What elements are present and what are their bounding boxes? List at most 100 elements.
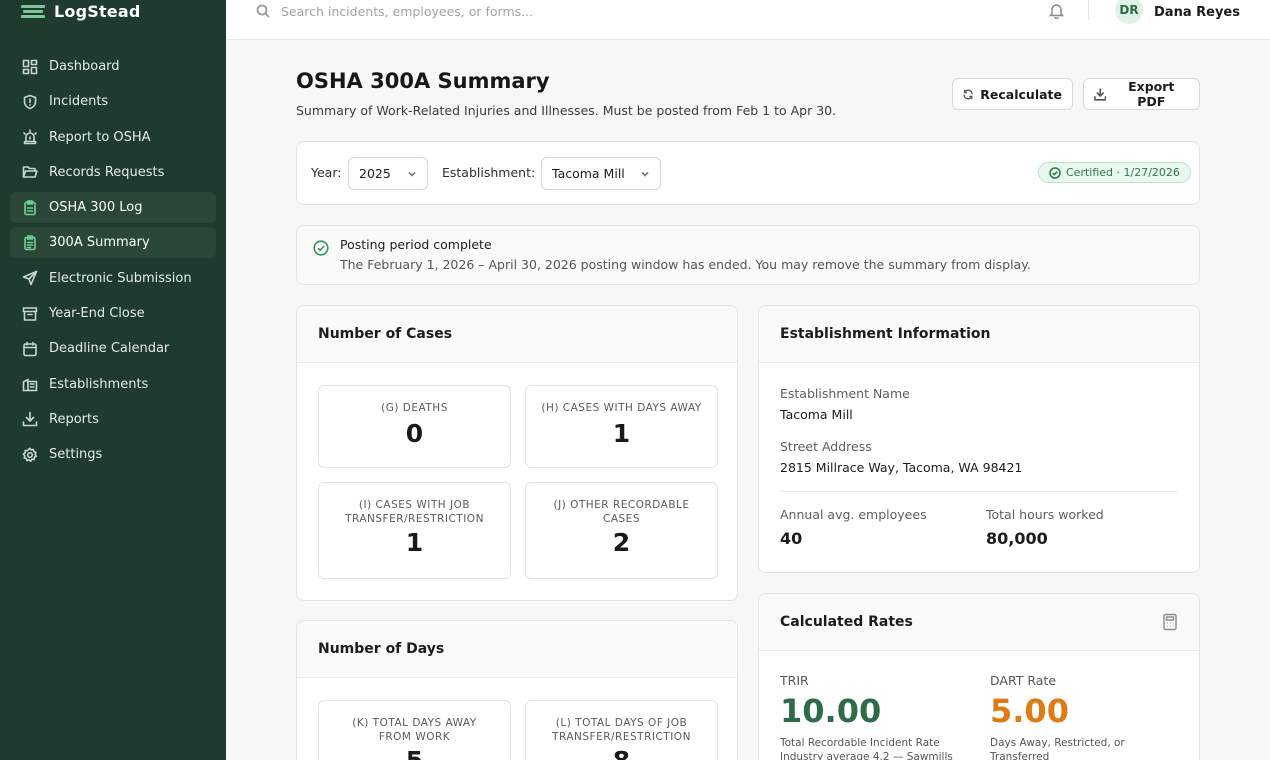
days-card-title: Number of Days: [297, 621, 737, 678]
establishment-select-value: Tacoma Mill: [552, 166, 625, 181]
divider: [780, 491, 1177, 492]
trir-desc-line: Total Recordable Incident Rate: [780, 737, 940, 749]
sidebar-item-incidents[interactable]: Incidents: [10, 86, 216, 117]
establishment-name-label: Establishment Name: [780, 386, 910, 401]
sidebar-item-osha-300-log[interactable]: OSHA 300 Log: [10, 192, 216, 224]
stat-value: 1: [612, 419, 631, 448]
annual-employees-value: 40: [780, 529, 803, 548]
sidebar-item-label: Year-End Close: [49, 306, 145, 322]
sidebar-item-deadline-calendar[interactable]: Deadline Calendar: [10, 333, 216, 364]
dart-label: DART Rate: [990, 673, 1057, 688]
establishment-card: Establishment Information Establishment …: [758, 305, 1200, 573]
establishment-select[interactable]: Tacoma Mill: [541, 157, 661, 190]
sidebar-item-dashboard[interactable]: Dashboard: [10, 51, 216, 82]
street-address-value: 2815 Millrace Way, Tacoma, WA 98421: [780, 460, 1023, 475]
download-icon: [21, 411, 38, 428]
sidebar-item-label: OSHA 300 Log: [49, 200, 143, 216]
stat-job-transfer-cases: (I) CASES WITH JOB TRANSFER/RESTRICTION …: [318, 482, 511, 579]
calculator-icon: [1162, 613, 1178, 631]
recalculate-button[interactable]: Recalculate: [952, 78, 1073, 110]
total-hours-value: 80,000: [986, 529, 1048, 548]
check-circle-icon: [313, 240, 329, 256]
gear-icon: [21, 446, 38, 463]
bell-icon: [1048, 3, 1064, 19]
sidebar-item-label: Incidents: [49, 94, 109, 110]
shield-alert-icon: [21, 93, 38, 110]
siren-icon: [21, 129, 38, 146]
year-select-value: 2025: [359, 166, 391, 181]
street-address-label: Street Address: [780, 439, 872, 454]
send-icon: [21, 270, 38, 287]
stat-total-days-transfer: (L) TOTAL DAYS OF JOB TRANSFER/RESTRICTI…: [525, 700, 718, 760]
filter-bar: Year: 2025 Establishment: Tacoma Mill Ce…: [296, 141, 1200, 205]
year-select[interactable]: 2025: [348, 157, 428, 190]
stat-label: (K) TOTAL DAYS AWAY FROM WORK: [352, 717, 477, 743]
app-name: LogStead: [54, 1, 141, 21]
user-menu[interactable]: DR Dana Reyes: [1115, 0, 1240, 24]
sidebar-nav: Dashboard Incidents Report to OSHA Recor…: [10, 51, 216, 475]
notifications-button[interactable]: [1046, 0, 1066, 20]
user-name: Dana Reyes: [1154, 4, 1240, 20]
export-pdf-button[interactable]: Export PDF: [1083, 78, 1200, 110]
stat-label: (L) TOTAL DAYS OF JOB TRANSFER/RESTRICTI…: [552, 717, 691, 743]
sidebar-item-year-end-close[interactable]: Year-End Close: [10, 298, 216, 329]
sidebar-item-label: Reports: [49, 411, 99, 427]
sidebar-item-establishments[interactable]: Establishments: [10, 369, 216, 400]
avatar: DR: [1115, 0, 1143, 24]
sidebar-item-label: Report to OSHA: [49, 129, 151, 145]
dart-description: Days Away, Restricted, or Transferred: [990, 737, 1125, 760]
search-input[interactable]: [281, 3, 841, 19]
cases-card: Number of Cases (G) DEATHS 0 (H) CASES W…: [296, 305, 738, 601]
sidebar-item-report-to-osha[interactable]: Report to OSHA: [10, 122, 216, 153]
stat-other-recordable-cases: (J) OTHER RECORDABLE CASES 2: [525, 482, 718, 579]
brand[interactable]: LogStead: [21, 0, 141, 22]
certified-badge: Certified · 1/27/2026: [1038, 162, 1191, 183]
notice-title: Posting period complete: [340, 237, 492, 252]
sidebar-item-label: Establishments: [49, 376, 149, 392]
topbar-divider: [1088, 0, 1089, 20]
sidebar-item-settings[interactable]: Settings: [10, 439, 216, 470]
check-circle-icon: [1049, 166, 1061, 179]
stat-label: (J) OTHER RECORDABLE CASES: [553, 499, 690, 525]
sidebar-item-electronic-submission[interactable]: Electronic Submission: [10, 263, 216, 294]
certified-badge-text: Certified · 1/27/2026: [1066, 166, 1180, 179]
stat-deaths: (G) DEATHS 0: [318, 385, 511, 468]
stat-label: (I) CASES WITH JOB TRANSFER/RESTRICTION: [345, 499, 484, 525]
clipboard-list-icon: [21, 234, 38, 251]
stat-value: 8: [526, 746, 717, 760]
stat-value: 5: [319, 746, 510, 760]
sidebar-item-300a-summary[interactable]: 300A Summary: [10, 227, 216, 259]
sidebar-item-label: Settings: [49, 447, 103, 463]
dashboard-icon: [21, 58, 38, 75]
stat-label: (G) DEATHS: [381, 402, 448, 414]
rates-card-title: Calculated Rates: [780, 614, 913, 630]
refresh-icon: [963, 89, 973, 99]
rates-card: Calculated Rates TRIR 10.00 Total Record…: [758, 593, 1200, 760]
search-icon: [256, 4, 270, 18]
page-subtitle: Summary of Work-Related Injuries and Ill…: [296, 103, 837, 118]
posting-notice: Posting period complete The February 1, …: [296, 225, 1200, 285]
stat-days-away-cases: (H) CASES WITH DAYS AWAY 1: [525, 385, 718, 468]
sidebar-item-records-requests[interactable]: Records Requests: [10, 157, 216, 188]
archive-icon: [21, 305, 38, 322]
total-hours-label: Total hours worked: [986, 507, 1104, 522]
folder-open-icon: [21, 164, 38, 181]
trir-value: 10.00: [780, 692, 882, 730]
clipboard-icon: [21, 199, 38, 216]
download-icon: [1094, 87, 1107, 101]
establishment-name-value: Tacoma Mill: [780, 407, 853, 422]
stat-total-days-away: (K) TOTAL DAYS AWAY FROM WORK 5: [318, 700, 511, 760]
topbar: DR Dana Reyes: [226, 0, 1270, 40]
days-card: Number of Days (K) TOTAL DAYS AWAY FROM …: [296, 620, 738, 760]
logo-icon: [21, 4, 45, 18]
stat-label: (H) CASES WITH DAYS AWAY: [541, 402, 702, 414]
notice-body: The February 1, 2026 – April 30, 2026 po…: [340, 257, 1031, 272]
page-title: OSHA 300A Summary: [296, 69, 550, 93]
sidebar-item-reports[interactable]: Reports: [10, 404, 216, 435]
sidebar-item-label: Deadline Calendar: [49, 341, 170, 357]
trir-description: Total Recordable Incident Rate Industry …: [780, 736, 980, 760]
export-pdf-label: Export PDF: [1128, 79, 1175, 109]
sidebar-item-label: Dashboard: [49, 59, 120, 74]
annual-employees-label: Annual avg. employees: [780, 507, 927, 522]
rates-card-header: Calculated Rates: [759, 594, 1199, 651]
